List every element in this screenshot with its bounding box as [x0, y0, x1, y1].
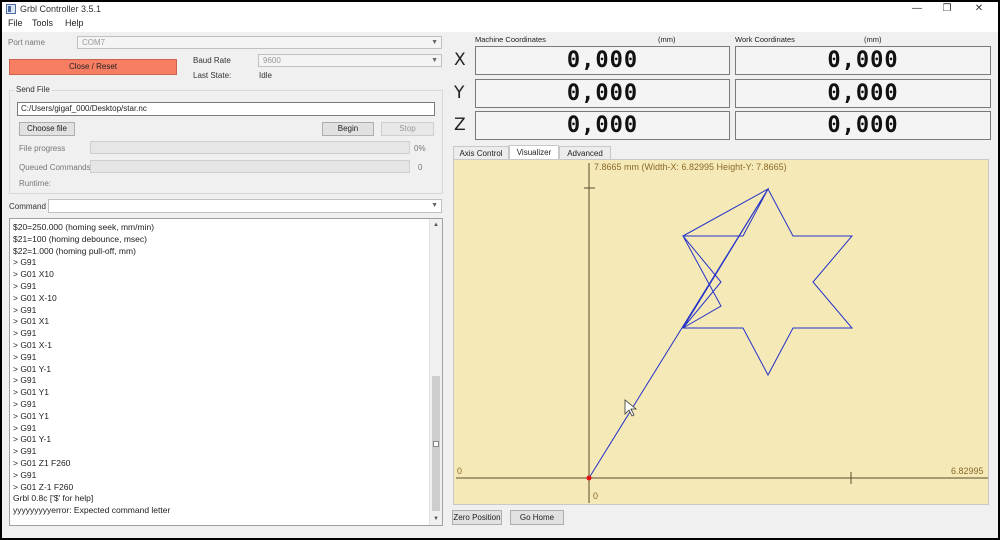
- console-line: > G01 X-10: [13, 292, 57, 303]
- console-line: > G91: [13, 469, 37, 480]
- work-y-display: 0,000: [735, 79, 991, 108]
- port-name-value: COM7: [82, 38, 106, 47]
- command-label: Command: [9, 202, 46, 211]
- window-title: Grbl Controller 3.5.1: [20, 4, 102, 14]
- file-progress-value: 0%: [414, 144, 426, 153]
- command-input[interactable]: ▼: [48, 199, 442, 213]
- port-name-label: Port name: [8, 38, 45, 47]
- console-line: > G01 Z-1 F260: [13, 481, 74, 492]
- baud-rate-select[interactable]: 9600 ▼: [258, 54, 442, 67]
- runtime-label: Runtime:: [19, 179, 52, 188]
- console-lines: $20=250.000 (homing seek, mm/min) $21=100…: [13, 222, 428, 517]
- baud-rate-label: Baud Rate: [193, 56, 231, 65]
- axis-z-label: Z: [454, 115, 466, 135]
- menu-bar: File Tools Help: [2, 16, 998, 32]
- y-min-label: 0: [593, 491, 598, 501]
- menu-tools[interactable]: Tools: [32, 18, 53, 28]
- chevron-down-icon: ▼: [431, 202, 438, 209]
- title-bar: Grbl Controller 3.5.1 — ❐ ✕: [2, 2, 998, 16]
- choose-file-button[interactable]: Choose file: [19, 122, 75, 136]
- machine-x-display: 0,000: [475, 46, 730, 75]
- console-line: > G91: [13, 375, 37, 386]
- console-line: > G91: [13, 398, 37, 409]
- scroll-up-icon[interactable]: ▲: [430, 219, 442, 231]
- visualizer-canvas[interactable]: 7.8665 mm (Width-X: 6.82995 Height-Y: 7.…: [453, 159, 989, 505]
- toolpath-star: [588, 187, 854, 479]
- axis-y-label: Y: [454, 83, 465, 103]
- work-coordinates-label: Work Coordinates: [735, 35, 795, 44]
- menu-help[interactable]: Help: [65, 18, 84, 28]
- queued-commands-bar: [90, 160, 410, 173]
- file-path-field[interactable]: C:/Users/gigaf_000/Desktop/star.nc: [17, 102, 435, 116]
- console-line: > G01 Y-1: [13, 434, 52, 445]
- work-z-display: 0,000: [735, 111, 991, 140]
- console-scrollbar[interactable]: ▲ ▼: [429, 219, 442, 525]
- chevron-down-icon: ▼: [431, 39, 438, 46]
- console-line: > G01 Y1: [13, 387, 49, 398]
- begin-button[interactable]: Begin: [322, 122, 374, 136]
- console-line: $21=100 (homing debounce, msec): [13, 233, 147, 244]
- machine-coordinates-label: Machine Coordinates: [475, 35, 546, 44]
- console-line: Grbl 0.8c ['$' for help]: [13, 493, 94, 504]
- last-state-label: Last State:: [193, 71, 232, 80]
- console-output[interactable]: $20=250.000 (homing seek, mm/min) $21=100…: [9, 218, 443, 526]
- console-line: > G01 X10: [13, 269, 54, 280]
- origin-marker: [586, 475, 592, 481]
- console-line: > G91: [13, 304, 37, 315]
- last-state-value: Idle: [259, 71, 272, 80]
- stop-button[interactable]: Stop: [381, 122, 434, 136]
- close-window-button[interactable]: ✕: [964, 2, 994, 16]
- queued-commands-label: Queued Commands: [19, 163, 91, 172]
- scrollbar-grip: [433, 441, 439, 447]
- console-line: > G01 Y-1: [13, 363, 52, 374]
- console-line: > G01 Y1: [13, 410, 49, 421]
- app-window: Grbl Controller 3.5.1 — ❐ ✕ File Tools H…: [2, 2, 998, 538]
- app-icon: [6, 4, 16, 14]
- baud-rate-value: 9600: [263, 56, 281, 65]
- visualizer-header: 7.8665 mm (Width-X: 6.82995 Height-Y: 7.…: [594, 162, 787, 172]
- minimize-button[interactable]: —: [902, 2, 932, 16]
- console-line: > G01 X1: [13, 316, 50, 327]
- mouse-cursor-icon: [624, 399, 638, 417]
- x-min-label: 0: [457, 466, 462, 476]
- file-progress-bar: [90, 141, 410, 154]
- work-unit-label: (mm): [864, 35, 882, 44]
- zero-position-button[interactable]: Zero Position: [452, 510, 502, 525]
- console-line: > G01 Z1 F260: [13, 457, 71, 468]
- console-line: > G01 X-1: [13, 339, 52, 350]
- console-line: > G91: [13, 328, 37, 339]
- tab-advanced[interactable]: Advanced: [559, 146, 611, 160]
- tab-axis-control[interactable]: Axis Control: [453, 146, 509, 160]
- console-line: > G91: [13, 280, 37, 291]
- tab-visualizer[interactable]: Visualizer: [509, 145, 559, 160]
- chevron-down-icon: ▼: [431, 57, 438, 64]
- scroll-down-icon[interactable]: ▼: [430, 513, 442, 525]
- console-line: $20=250.000 (homing seek, mm/min): [13, 222, 155, 232]
- work-x-display: 0,000: [735, 46, 991, 75]
- file-progress-label: File progress: [19, 144, 66, 153]
- restore-button[interactable]: ❐: [932, 2, 962, 16]
- close-reset-button[interactable]: Close / Reset: [9, 59, 177, 75]
- send-file-title: Send File: [14, 85, 52, 94]
- console-line: > G91: [13, 422, 37, 433]
- machine-z-display: 0,000: [475, 111, 730, 140]
- console-line: > G91: [13, 351, 37, 362]
- console-line: > G91: [13, 446, 37, 457]
- go-home-button[interactable]: Go Home: [510, 510, 564, 525]
- machine-unit-label: (mm): [658, 35, 676, 44]
- x-max-label: 6.82995: [951, 466, 984, 476]
- console-line: > G91: [13, 257, 37, 268]
- axis-x-label: X: [454, 50, 466, 70]
- console-line: $22=1.000 (homing pull-off, mm): [13, 245, 136, 256]
- queued-commands-value: 0: [418, 163, 423, 172]
- menu-file[interactable]: File: [8, 18, 23, 28]
- console-line: yyyyyyyyyerror: Expected command letter: [13, 505, 171, 516]
- visualizer-svg: 7.8665 mm (Width-X: 6.82995 Height-Y: 7.…: [456, 162, 988, 503]
- port-name-select[interactable]: COM7 ▼: [77, 36, 442, 49]
- machine-y-display: 0,000: [475, 79, 730, 108]
